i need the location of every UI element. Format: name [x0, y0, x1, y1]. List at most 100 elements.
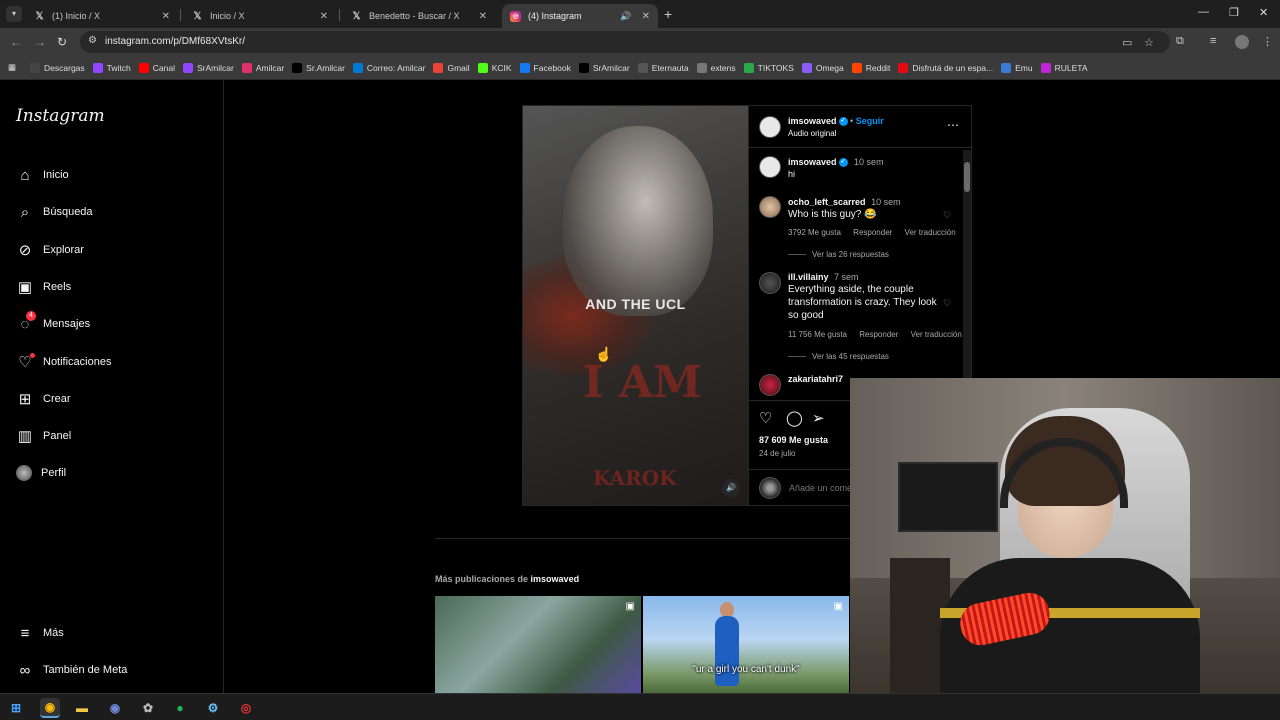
media-control-icon[interactable]: ≡ [1210, 35, 1216, 47]
comments-scrollbar[interactable] [963, 150, 971, 390]
bookmark-item[interactable]: Emu [1001, 62, 1033, 73]
minimize-button[interactable]: — [1198, 6, 1209, 18]
nav-item-home[interactable]: ⌂ Inicio [16, 166, 68, 184]
translate-button[interactable]: Ver traducción [905, 228, 956, 237]
commenter-avatar[interactable] [759, 272, 781, 294]
caption-avatar[interactable] [759, 156, 781, 178]
close-tab-icon[interactable]: ✕ [479, 11, 487, 22]
profile-avatar[interactable] [1235, 35, 1249, 49]
like-comment-icon[interactable]: ♡ [943, 298, 951, 309]
view-replies-button[interactable]: Ver las 26 respuestas [788, 250, 889, 259]
file-explorer-icon[interactable]: ▬ [72, 698, 92, 718]
bookmark-item[interactable]: Amilcar [241, 62, 284, 73]
post-video[interactable]: I AM KAROK AND THE UCL ☝ 🔊 [523, 106, 748, 505]
nav-item-plus-square[interactable]: ⊞ Crear [16, 390, 71, 408]
site-info-icon[interactable]: ⚙ [88, 35, 97, 46]
post-thumbnail[interactable]: ▣ [435, 596, 641, 693]
comment-likes[interactable]: 11 756 Me gusta [788, 330, 847, 339]
share-icon[interactable]: ➢ [812, 409, 825, 427]
bookmark-item[interactable]: RULETA [1040, 62, 1088, 73]
spotify-icon[interactable]: ● [170, 698, 190, 718]
like-count[interactable]: 87 609 Me gusta [759, 435, 828, 445]
nav-item-meta[interactable]: ∞ También de Meta [16, 661, 128, 679]
nav-item-messenger[interactable]: ◌ 4 Mensajes [16, 311, 90, 333]
author-avatar[interactable] [759, 116, 781, 138]
mute-button[interactable]: 🔊 [722, 479, 740, 497]
bookmark-item[interactable]: Disfrutá de un espa... [898, 62, 993, 73]
caption-username[interactable]: imsowaved [788, 157, 837, 167]
forward-button[interactable]: → [34, 35, 46, 49]
commenter-avatar[interactable] [759, 374, 781, 396]
bookmark-item[interactable]: Gmail [433, 62, 470, 73]
nav-item-heart[interactable]: ♡ Notificaciones [16, 353, 111, 371]
tab-instagram[interactable]: ◎ (4) Instagram 🔊 ✕ [502, 4, 658, 28]
nav-item-search[interactable]: ⌕ Búsqueda [16, 203, 93, 221]
nav-item-chart[interactable]: ▥ Panel [16, 427, 71, 445]
view-replies-button[interactable]: Ver las 45 respuestas [788, 352, 889, 361]
bookmark-item[interactable]: Sr.Amilcar [292, 62, 345, 73]
comment-icon[interactable]: ◯ [786, 409, 803, 427]
reply-button[interactable]: Responder [853, 228, 892, 237]
like-icon[interactable]: ♡ [759, 409, 772, 427]
bookmark-item[interactable]: SrAmilcar [578, 62, 630, 73]
chrome-icon[interactable]: ◉ [40, 698, 60, 718]
post-thumbnail[interactable]: ▣ "ur a girl you can't dunk" [643, 596, 849, 693]
restore-button[interactable]: ❐ [1229, 6, 1239, 19]
commenter-avatar[interactable] [759, 196, 781, 218]
like-comment-icon[interactable]: ♡ [943, 210, 951, 221]
bookmark-item[interactable]: Omega [801, 62, 844, 73]
reply-button[interactable]: Responder [859, 330, 898, 339]
close-window-button[interactable]: ✕ [1259, 6, 1268, 19]
nav-item-avatar[interactable]: Perfil [16, 465, 66, 481]
close-tab-icon[interactable]: ✕ [162, 11, 170, 22]
windows-start-icon[interactable]: ⊞ [6, 698, 26, 718]
scroll-thumb[interactable] [964, 162, 970, 192]
comment-username[interactable]: zakariatahri7 [788, 374, 843, 384]
nav-item-reels[interactable]: ▣ Reels [16, 278, 71, 296]
tab-x-inicio-1[interactable]: 𝕏 (1) Inicio / X ✕ [26, 4, 178, 28]
bookmark-star-icon[interactable]: ☆ [1144, 36, 1154, 49]
bookmark-item[interactable]: Eternauta [637, 62, 689, 73]
menu-kebab-icon[interactable]: ⋮ [1262, 35, 1273, 48]
tab-x-benedetto[interactable]: 𝕏 Benedetto - Buscar / X ✕ [343, 4, 495, 28]
app-icon[interactable]: ✿ [138, 698, 158, 718]
bookmark-item[interactable]: KCIK [477, 62, 512, 73]
tab-search-button[interactable]: ▾ [6, 6, 22, 22]
cast-icon[interactable]: ▭ [1122, 36, 1132, 49]
extensions-icon[interactable]: ⧉ [1176, 35, 1184, 48]
obs-icon[interactable]: ◎ [236, 698, 256, 718]
nav-item-menu[interactable]: ≡ Más [16, 624, 64, 642]
author-username[interactable]: imsowaved [788, 116, 837, 126]
bookmark-item[interactable]: SrAmilcar [182, 62, 234, 73]
comment-username[interactable]: ocho_left_scarred [788, 197, 866, 207]
back-button[interactable]: ← [10, 35, 22, 49]
comment-likes[interactable]: 3792 Me gusta [788, 228, 841, 237]
chrome-profile-icon[interactable]: ◉ [105, 698, 125, 718]
steam-icon[interactable]: ⚙ [203, 698, 223, 718]
bookmark-item[interactable]: Canal [138, 62, 175, 73]
more-posts-user[interactable]: imsowaved [531, 574, 580, 584]
new-tab-button[interactable]: + [664, 6, 672, 22]
follow-button[interactable]: Seguir [856, 116, 884, 126]
translate-button[interactable]: Ver traducción [911, 330, 962, 339]
close-tab-icon[interactable]: ✕ [642, 11, 650, 22]
tab-x-inicio-2[interactable]: 𝕏 Inicio / X ✕ [184, 4, 336, 28]
bookmark-item[interactable]: Correo: Amilcar [352, 62, 425, 73]
bookmark-item[interactable]: extens [696, 62, 736, 73]
audio-label[interactable]: Audio original [788, 129, 836, 138]
instagram-logo[interactable]: Instagram [16, 106, 105, 126]
url-text[interactable]: instagram.com/p/DMf68XVtsKr/ [105, 36, 245, 47]
nav-item-compass[interactable]: ⊘ Explorar [16, 241, 84, 259]
bookmark-item[interactable]: Reddit [851, 62, 890, 73]
reload-button[interactable]: ↻ [57, 35, 67, 49]
speaker-icon[interactable]: 🔊 [620, 11, 631, 22]
comment-username[interactable]: ill.villainy [788, 272, 829, 282]
omnibox[interactable]: ⚙ instagram.com/p/DMf68XVtsKr/ ▭ ☆ [80, 31, 1170, 53]
close-tab-icon[interactable]: ✕ [320, 11, 328, 22]
bookmark-item[interactable]: TIKTOKS [743, 62, 794, 73]
more-options-icon[interactable]: ⋯ [947, 118, 959, 132]
apps-icon[interactable]: ▦ [8, 62, 16, 73]
bookmark-item[interactable]: Descargas [30, 62, 85, 73]
bookmark-item[interactable]: Facebook [519, 62, 571, 73]
bookmark-item[interactable]: Twitch [92, 62, 131, 73]
